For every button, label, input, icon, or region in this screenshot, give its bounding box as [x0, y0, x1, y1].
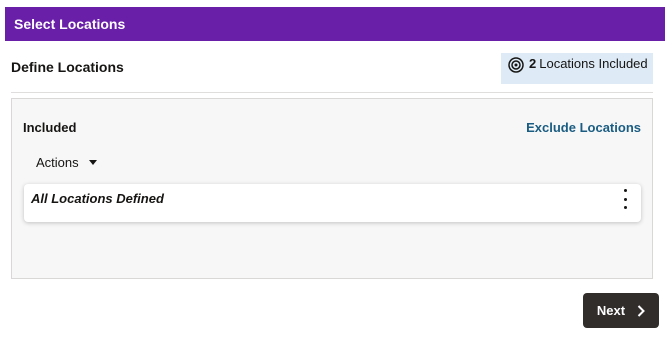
list-item-label: All Locations Defined: [31, 191, 164, 206]
list-item: All Locations Defined: [24, 184, 641, 222]
next-button-label: Next: [596, 303, 626, 318]
locations-count-badge: 2 Locations Included: [501, 53, 653, 84]
section-title: Define Locations: [11, 59, 124, 75]
more-options-icon[interactable]: [619, 189, 631, 209]
locations-count: 2: [529, 56, 537, 71]
dialog-header: Select Locations: [5, 7, 665, 41]
exclude-locations-link[interactable]: Exclude Locations: [526, 120, 641, 135]
locations-count-label: Locations Included: [539, 56, 648, 71]
target-icon: [508, 57, 524, 73]
included-panel: Included Exclude Locations Actions All L…: [11, 98, 653, 279]
next-button[interactable]: Next: [583, 293, 659, 328]
actions-label: Actions: [36, 155, 79, 170]
actions-menu-button[interactable]: Actions: [36, 155, 97, 170]
section-divider: [11, 92, 653, 93]
chevron-right-icon: [637, 304, 646, 317]
caret-down-icon: [88, 160, 97, 165]
dialog-title: Select Locations: [14, 16, 126, 32]
included-label: Included: [23, 120, 77, 135]
